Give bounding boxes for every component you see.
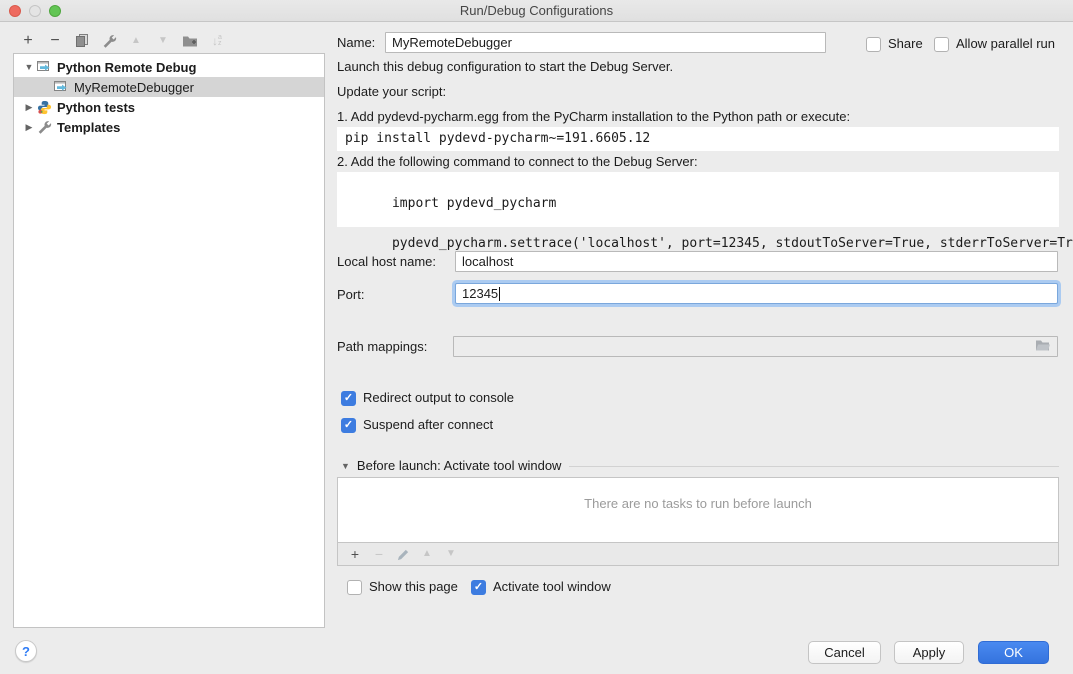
folder-icon — [1035, 339, 1051, 352]
move-up-button: ▲ — [126, 31, 146, 51]
share-checkbox-row: Share — [866, 34, 923, 54]
activate-tool-window-row: Activate tool window — [471, 577, 611, 597]
plus-icon: + — [351, 547, 359, 561]
intro-line-1: Launch this debug configuration to start… — [337, 59, 673, 74]
name-input[interactable] — [385, 32, 826, 53]
add-configuration-button[interactable]: + — [18, 31, 38, 51]
edit-templates-button[interactable] — [99, 31, 119, 51]
tree-item-label: Templates — [57, 120, 120, 135]
minus-icon: − — [50, 33, 59, 49]
redirect-output-label: Redirect output to console — [363, 388, 514, 408]
step-2-text: 2. Add the following command to connect … — [337, 154, 698, 169]
suspend-after-connect-checkbox[interactable] — [341, 418, 356, 433]
activate-tool-window-label: Activate tool window — [493, 577, 611, 597]
path-mappings-input[interactable] — [453, 336, 1058, 357]
copy-configuration-button[interactable] — [72, 31, 92, 51]
show-this-page-label: Show this page — [369, 577, 458, 597]
port-value: 12345 — [462, 286, 498, 301]
title-bar: Run/Debug Configurations — [0, 0, 1073, 22]
tree-item-templates[interactable]: ▶ Templates — [14, 117, 324, 137]
share-checkbox[interactable] — [866, 37, 881, 52]
up-arrow-icon: ▲ — [422, 549, 432, 559]
text-caret — [499, 287, 500, 301]
allow-parallel-run-checkbox[interactable] — [934, 37, 949, 52]
wrench-icon — [35, 119, 53, 135]
wrench-icon — [102, 34, 117, 49]
pencil-icon — [397, 548, 410, 561]
tree-item-myremotedebugger[interactable]: MyRemoteDebugger — [14, 77, 324, 97]
allow-parallel-run-label: Allow parallel run — [956, 34, 1055, 54]
show-this-page-checkbox[interactable] — [347, 580, 362, 595]
cancel-button[interactable]: Cancel — [808, 641, 881, 664]
sort-az-icon: ↓az — [212, 34, 222, 48]
move-task-down-button: ▼ — [442, 545, 460, 563]
allow-parallel-checkbox-row: Allow parallel run — [934, 34, 1055, 54]
local-host-name-input[interactable] — [455, 251, 1058, 272]
pip-install-code-block: pip install pydevd-pycharm~=191.6605.12 — [337, 127, 1059, 151]
share-label: Share — [888, 34, 923, 54]
question-mark-icon: ? — [22, 644, 30, 659]
run-debug-configurations-dialog: Run/Debug Configurations + − ▲ ▼ ↓az — [0, 0, 1073, 674]
configurations-tree: ▼ Python Remote Debug MyRemoteDebu — [13, 53, 325, 628]
apply-button[interactable]: Apply — [894, 641, 964, 664]
python-tests-icon — [35, 99, 53, 115]
tree-item-label: Python tests — [57, 100, 135, 115]
name-label: Name: — [337, 33, 375, 53]
redirect-output-checkbox[interactable] — [341, 391, 356, 406]
tree-item-python-tests[interactable]: ▶ Python tests — [14, 97, 324, 117]
new-folder-button[interactable] — [180, 31, 200, 51]
help-button[interactable]: ? — [15, 640, 37, 662]
collapsed-arrow-icon[interactable]: ▶ — [23, 122, 35, 133]
sort-configurations-button: ↓az — [207, 31, 227, 51]
remote-debug-icon — [52, 79, 70, 95]
tree-item-python-remote-debug[interactable]: ▼ Python Remote Debug — [14, 57, 324, 77]
tree-item-label: Python Remote Debug — [57, 60, 196, 75]
empty-task-list-text: There are no tasks to run before launch — [338, 496, 1058, 511]
before-launch-task-list[interactable]: There are no tasks to run before launch — [337, 477, 1059, 543]
port-label: Port: — [337, 285, 364, 305]
settrace-code-line-2: pydevd_pycharm.settrace('localhost', por… — [392, 236, 1073, 251]
remove-configuration-button[interactable]: − — [45, 31, 65, 51]
before-launch-header[interactable]: ▼ Before launch: Activate tool window — [341, 456, 1059, 476]
before-launch-title: Before launch: Activate tool window — [357, 456, 562, 476]
tree-item-label: MyRemoteDebugger — [74, 80, 194, 95]
browse-folder-button[interactable] — [1035, 339, 1051, 355]
expanded-arrow-icon[interactable]: ▼ — [23, 62, 35, 72]
collapsed-arrow-icon[interactable]: ▶ — [23, 102, 35, 113]
move-down-button: ▼ — [153, 31, 173, 51]
up-arrow-icon: ▲ — [131, 36, 141, 46]
show-this-page-row: Show this page — [347, 577, 458, 597]
add-task-button[interactable]: + — [346, 545, 364, 563]
window-title: Run/Debug Configurations — [0, 3, 1073, 18]
remote-debug-icon — [35, 59, 53, 75]
plus-icon: + — [23, 33, 32, 49]
move-task-up-button: ▲ — [418, 545, 436, 563]
intro-line-2: Update your script: — [337, 84, 446, 99]
task-list-toolbar: + − ▲ ▼ — [337, 543, 1059, 566]
minus-icon: − — [375, 547, 383, 561]
settrace-code-line-1: import pydevd_pycharm — [392, 196, 556, 211]
activate-tool-window-checkbox[interactable] — [471, 580, 486, 595]
down-arrow-icon: ▼ — [446, 549, 456, 559]
configurations-toolbar: + − ▲ ▼ ↓az — [18, 31, 227, 51]
down-arrow-icon: ▼ — [158, 36, 168, 46]
remove-task-button: − — [370, 545, 388, 563]
port-input[interactable]: 12345 — [455, 283, 1058, 304]
redirect-output-row: Redirect output to console — [341, 388, 514, 408]
ok-button[interactable]: OK — [978, 641, 1049, 664]
step-1-text: 1. Add pydevd-pycharm.egg from the PyCha… — [337, 109, 850, 124]
header-rule — [569, 466, 1059, 467]
suspend-after-connect-row: Suspend after connect — [341, 415, 493, 435]
path-mappings-label: Path mappings: — [337, 337, 427, 357]
local-host-name-label: Local host name: — [337, 252, 436, 272]
folder-plus-icon — [182, 34, 198, 48]
copy-icon — [75, 34, 89, 48]
suspend-after-connect-label: Suspend after connect — [363, 415, 493, 435]
edit-task-button — [394, 545, 412, 563]
settrace-code-block: import pydevd_pycharm pydevd_pycharm.set… — [337, 172, 1059, 227]
collapse-arrow-icon[interactable]: ▼ — [341, 461, 350, 471]
